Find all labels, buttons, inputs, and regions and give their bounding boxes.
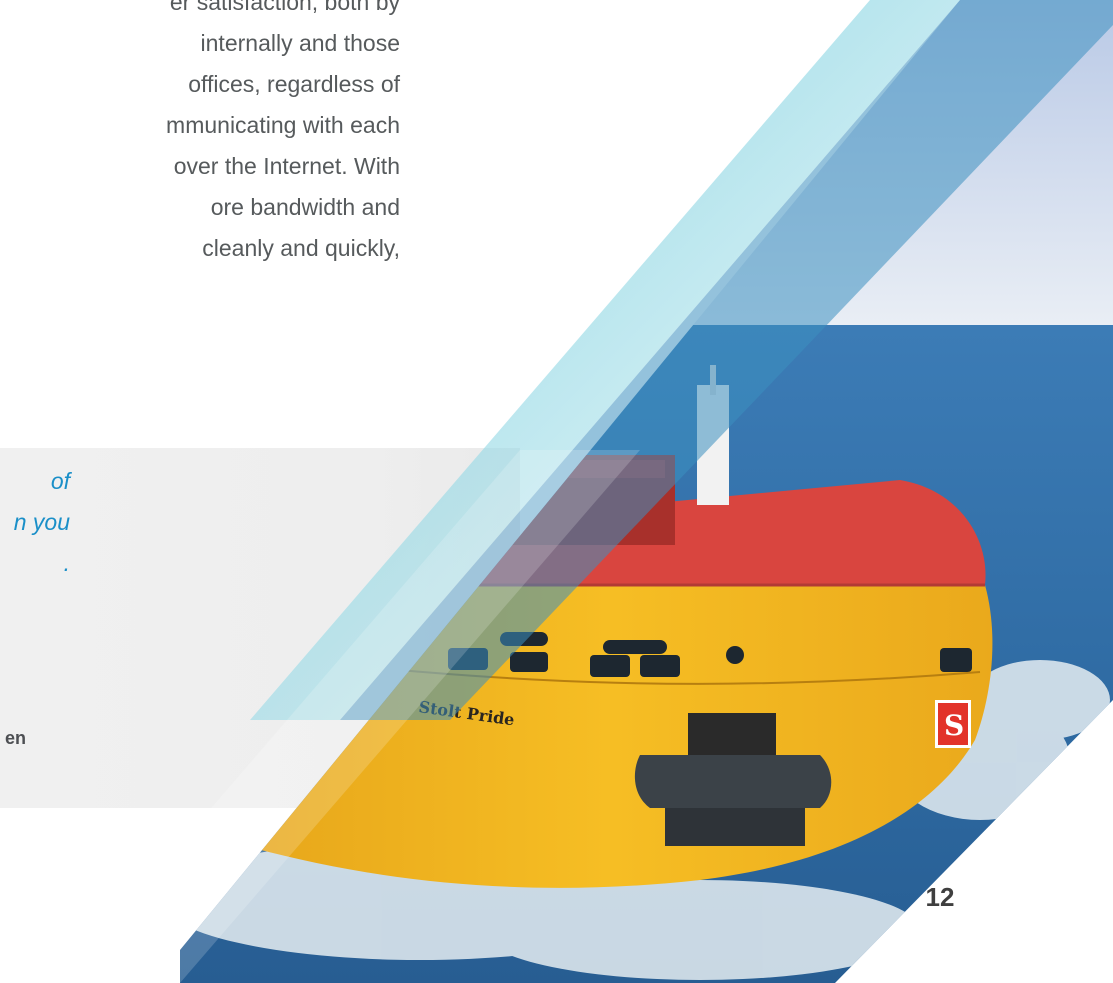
ship-photo: Stolt Pride S [60, 0, 1113, 983]
hull-logo-letter: S [944, 709, 964, 742]
page-number: 12 [925, 882, 955, 912]
brochure-page: er satisfaction, both by internally and … [0, 0, 1113, 983]
